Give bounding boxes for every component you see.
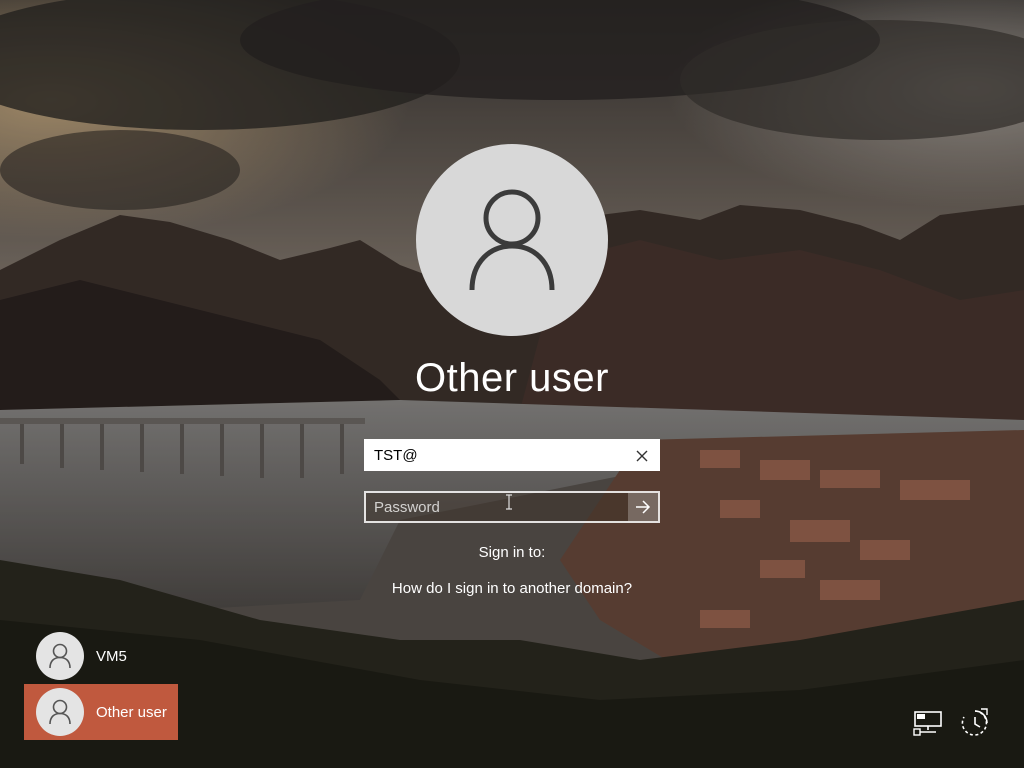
ease-of-access-icon xyxy=(961,708,988,736)
password-input[interactable] xyxy=(366,493,630,521)
close-icon xyxy=(636,450,648,462)
user-silhouette-icon xyxy=(469,189,555,291)
other-domain-help-link[interactable]: How do I sign in to another domain? xyxy=(0,580,1024,597)
user-tile-name: VM5 xyxy=(96,647,127,665)
network-button[interactable] xyxy=(910,705,946,741)
clear-username-button[interactable] xyxy=(630,444,654,468)
username-field[interactable] xyxy=(364,439,660,471)
text-cursor-icon xyxy=(506,494,512,510)
submit-button[interactable] xyxy=(628,493,658,521)
network-icon xyxy=(913,711,942,736)
user-avatar xyxy=(416,144,608,336)
user-tile-avatar xyxy=(36,632,84,680)
user-silhouette-icon xyxy=(49,643,71,669)
user-tile-vm5[interactable]: VM5 xyxy=(24,628,178,684)
user-tile-name: Other user xyxy=(96,703,167,721)
selected-user-name: Other user xyxy=(415,356,609,400)
ease-of-access-button[interactable] xyxy=(957,705,993,741)
arrow-right-icon xyxy=(636,500,651,514)
lock-screen: Other user Sign in to: How do I sign in … xyxy=(0,0,1024,768)
user-tile-other-user[interactable]: Other user xyxy=(24,684,178,740)
user-tile-avatar xyxy=(36,688,84,736)
username-input[interactable] xyxy=(366,441,632,469)
sign-in-to-label: Sign in to: xyxy=(478,544,546,561)
user-silhouette-icon xyxy=(49,699,71,725)
